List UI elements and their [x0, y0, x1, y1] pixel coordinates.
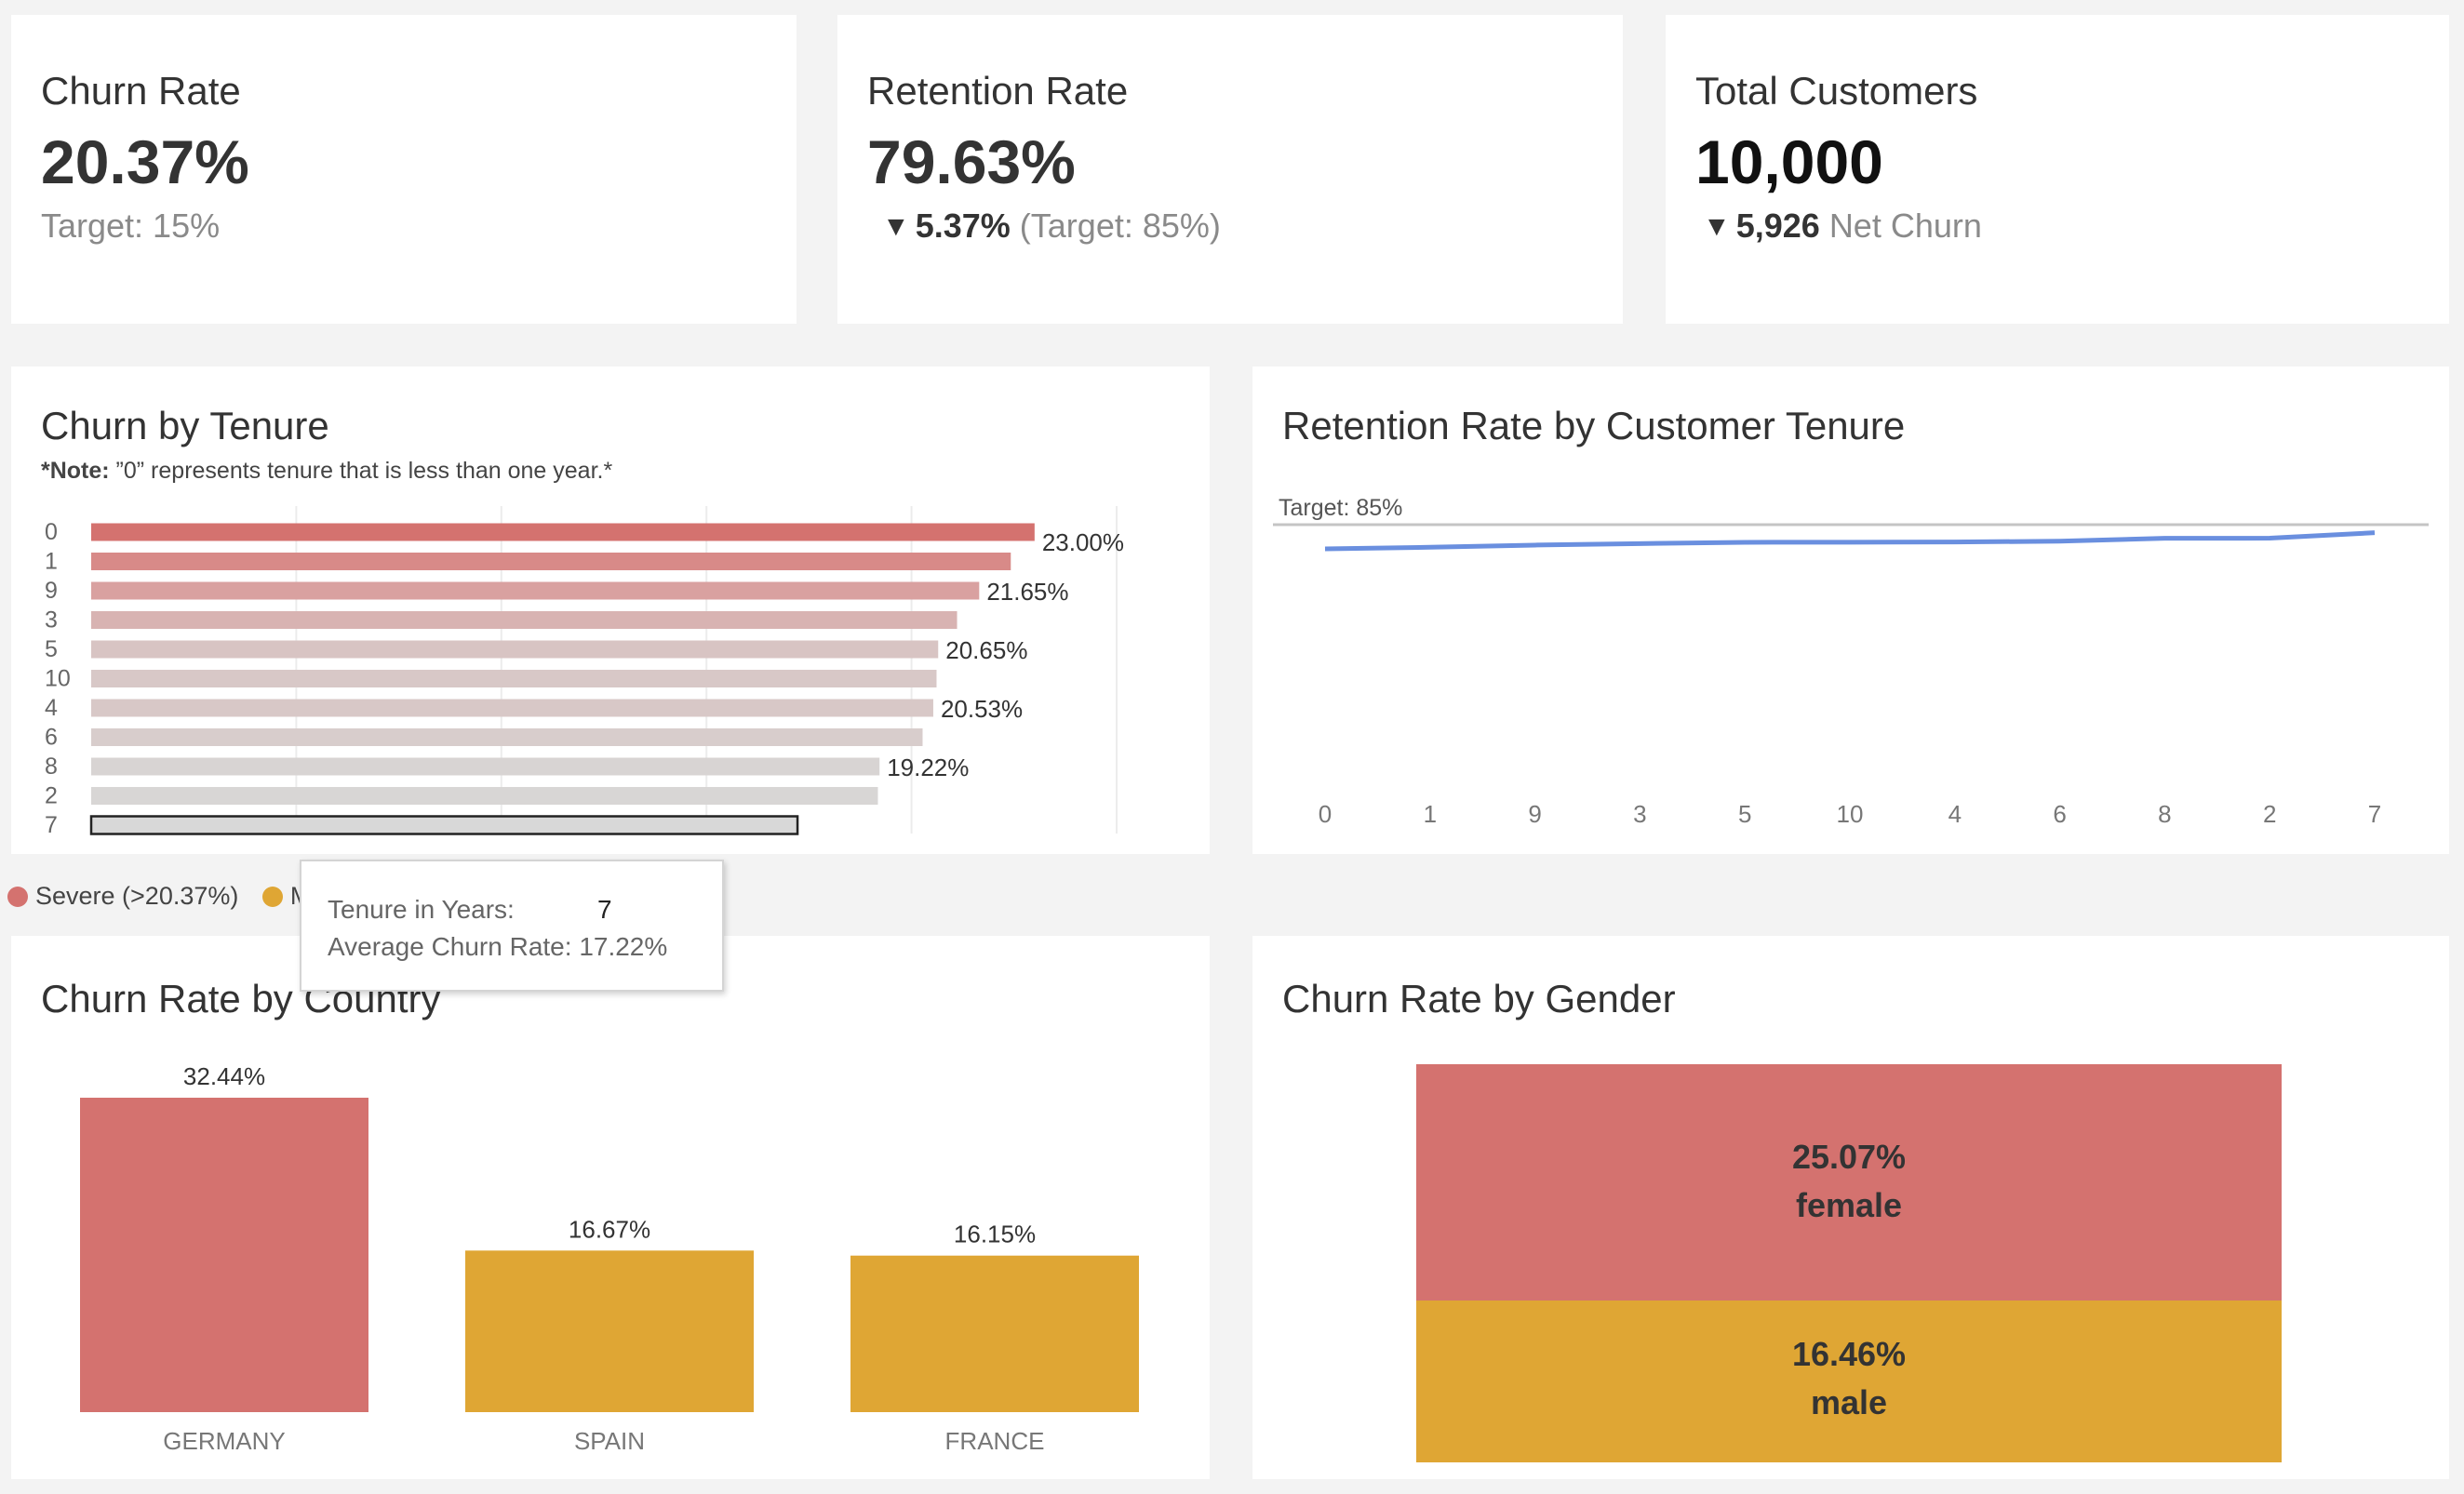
legend-dot: [7, 886, 28, 907]
bar-tenure-1[interactable]: [91, 553, 1011, 570]
bar-tenure-2[interactable]: [91, 787, 878, 805]
churn-by-country-panel: Churn Rate by Country 32.44% GERMANY 16.67…: [11, 936, 1210, 1479]
bar-tenure-7[interactable]: [89, 815, 799, 835]
data-label: 16.15%: [954, 1221, 1036, 1248]
tick-label: 9: [1528, 800, 1541, 828]
kpi-value: 10,000: [1695, 127, 1883, 196]
tick-label: 8: [45, 754, 58, 780]
bar-country-france[interactable]: [850, 1255, 1139, 1412]
tooltip-row-tenure: Tenure in Years: 7: [328, 895, 612, 924]
legend-dot: [261, 886, 283, 907]
bar-tenure-8[interactable]: [91, 757, 880, 776]
tick-label: 6: [45, 725, 58, 751]
gender-tile-male[interactable]: 16.46% male: [1416, 1301, 2282, 1462]
tick-label: 2: [2263, 800, 2276, 828]
tick-label: 5: [1738, 800, 1751, 828]
bar-tenure-0[interactable]: [91, 523, 1035, 541]
kpi-delta-line: ▼ 5.37% (Target: 85%): [882, 207, 1221, 246]
data-label: 21.65%: [986, 578, 1068, 606]
tick-label: 0: [45, 519, 58, 545]
retention-rate-panel: Retention Rate by Customer Tenure Target…: [1252, 367, 2449, 854]
bar-tenure-5[interactable]: [91, 640, 939, 659]
kpi-net-churn-label: Net Churn: [1828, 207, 1982, 245]
churn-by-tenure-chart[interactable]: 0 23.00% 1 9 21.65% 35 20.65% 10 4 20.53% 6 8 19.22%…: [11, 367, 1210, 854]
gender-value: 16.46%: [1791, 1335, 1907, 1373]
tick-label: 3: [45, 607, 58, 634]
churn-by-gender-panel: Churn Rate by Gender 25.07% female 16.46…: [1252, 936, 2449, 1479]
tick-label: 3: [1633, 800, 1646, 828]
tick-label: 10: [45, 666, 71, 692]
kpi-delta: 5.37%: [915, 207, 1011, 245]
tick-label: GERMANY: [163, 1427, 285, 1455]
tick-label: 1: [1424, 800, 1437, 828]
tick-label: 4: [1948, 800, 1962, 828]
kpi-card-total-customers: Total Customers 10,000 ▼ 5,926 Net Churn: [1666, 15, 2449, 324]
tick-label: FRANCE: [945, 1427, 1045, 1455]
gender-tile-female[interactable]: 25.07% female: [1416, 1064, 2282, 1301]
kpi-delta-line: ▼ 5,926 Net Churn: [1703, 207, 1982, 246]
gender-label: female: [1795, 1186, 1903, 1224]
tick-label: 6: [2053, 800, 2066, 828]
data-label: 19.22%: [887, 754, 969, 781]
tick-label: 7: [2368, 800, 2381, 828]
tick-label: 2: [45, 783, 58, 809]
tick-label: 0: [1319, 800, 1332, 828]
gender-value: 25.07%: [1791, 1138, 1907, 1176]
retention-rate-chart[interactable]: Target: 85% 0 1 9 3 5 10 4 6 8 2 7: [1252, 367, 2449, 854]
tick-label: 7: [45, 812, 58, 838]
bar-tenure-9[interactable]: [91, 581, 980, 600]
kpi-title: Retention Rate: [867, 69, 1129, 113]
bar-country-spain[interactable]: [465, 1250, 754, 1412]
data-label: 16.67%: [569, 1215, 650, 1243]
legend-item-severe[interactable]: Severe (>20.37%): [7, 882, 238, 911]
data-label: 20.53%: [941, 695, 1023, 723]
tick-label: 1: [45, 549, 58, 575]
tooltip-row-churn: Average Churn Rate: 17.22%: [328, 932, 668, 961]
retention-series-line[interactable]: [1324, 530, 2376, 552]
tick-label: 10: [1837, 800, 1864, 828]
kpi-delta: 5,926: [1735, 207, 1820, 245]
kpi-target: (Target: 85%): [1019, 207, 1221, 245]
data-label: 32.44%: [183, 1062, 265, 1090]
tick-label: 4: [45, 695, 58, 721]
bar-tenure-4[interactable]: [91, 699, 933, 717]
down-triangle-icon: ▼: [882, 211, 910, 242]
panel-title: Churn Rate by Gender: [1282, 977, 1676, 1020]
tick-label: SPAIN: [574, 1427, 645, 1455]
data-label: 20.65%: [945, 636, 1027, 664]
gender-label: male: [1810, 1383, 1888, 1421]
kpi-value: 79.63%: [867, 127, 1076, 196]
kpi-card-churn-rate: Churn Rate 20.37% Target: 15%: [11, 15, 797, 324]
bar-tenure-3[interactable]: [91, 611, 957, 629]
tick-label: 8: [2158, 800, 2171, 828]
bar-tenure-6[interactable]: [91, 728, 923, 746]
bar-country-germany[interactable]: [80, 1098, 368, 1412]
target-label: Target: 85%: [1279, 495, 1402, 521]
bar-tenure-10[interactable]: [91, 670, 937, 687]
kpi-value: 20.37%: [41, 127, 249, 196]
kpi-title: Total Customers: [1695, 69, 1978, 113]
color-legend: Severe (>20.37%) M: [7, 882, 328, 912]
churn-by-tenure-panel: Churn by Tenure *Note: ”0” represents te…: [11, 367, 1210, 854]
data-label: 23.00%: [1042, 528, 1124, 556]
hover-tooltip: Tenure in Years: 7 Average Churn Rate: 17…: [300, 860, 724, 992]
churn-by-country-chart[interactable]: 32.44% GERMANY 16.67% SPAIN 16.15% FRANCE: [11, 936, 1210, 1479]
kpi-target: Target: 15%: [41, 207, 221, 245]
tick-label: 9: [45, 578, 58, 604]
kpi-card-retention-rate: Retention Rate 79.63% ▼ 5.37% (Target: 85…: [837, 15, 1623, 324]
down-triangle-icon: ▼: [1703, 211, 1731, 242]
kpi-title: Churn Rate: [41, 69, 241, 113]
tick-label: 5: [45, 636, 58, 662]
